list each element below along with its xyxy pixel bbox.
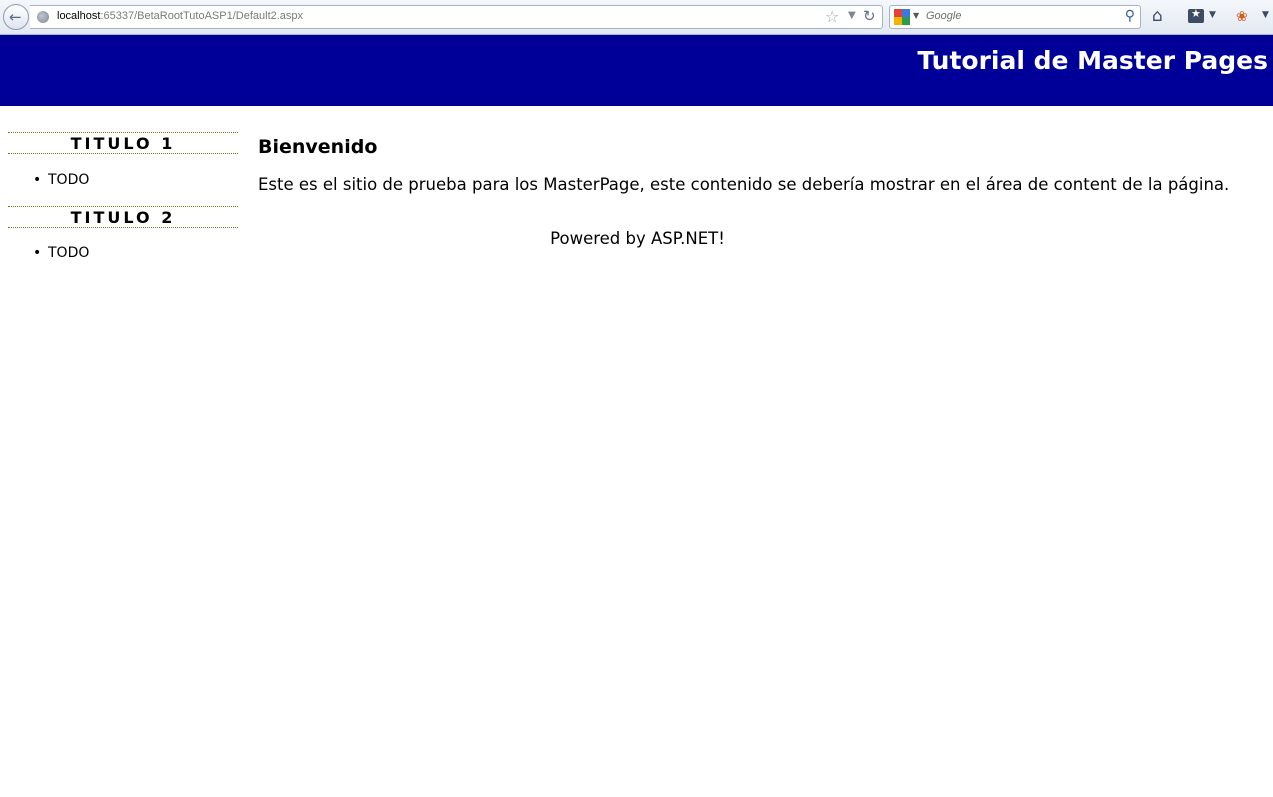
reload-icon[interactable]: ↻	[863, 7, 876, 25]
google-engine-icon[interactable]	[894, 9, 910, 25]
addon-icon[interactable]: ❀	[1236, 9, 1248, 25]
site-header: Tutorial de Master Pages	[0, 35, 1273, 106]
sidebar-section-title: TITULO 2	[8, 206, 238, 228]
back-arrow-icon: ←	[9, 8, 22, 26]
bookmark-star-icon[interactable]: ☆	[825, 7, 839, 26]
url-path: :65337/BetaRootTutoASP1/Default2.aspx	[100, 10, 304, 22]
bullet-icon: •	[33, 172, 42, 188]
sidebar-item-todo: • TODO	[8, 171, 238, 189]
welcome-text: Este es el sitio de prueba para los Mast…	[258, 175, 1230, 194]
address-bar[interactable]: localhost:65337/BetaRootTutoASP1/Default…	[30, 5, 883, 29]
sidebar-list: • TODO	[8, 171, 238, 189]
main-content: Bienvenido Este es el sitio de prueba pa…	[258, 134, 1268, 196]
page-heading: Bienvenido	[258, 136, 378, 158]
bookmarks-icon[interactable]: ★	[1188, 7, 1204, 23]
addon-dropdown-icon[interactable]: ▼	[1262, 10, 1269, 20]
page-footer: Powered by ASP.NET!	[0, 228, 1273, 250]
engine-dropdown-icon[interactable]: ▼	[913, 11, 919, 20]
history-dropdown-icon[interactable]: ▼	[848, 10, 856, 21]
footer-text: Powered by ASP.NET!	[550, 229, 725, 248]
sidebar-section-title: TITULO 1	[8, 132, 238, 154]
search-input[interactable]: Google	[926, 10, 961, 22]
back-button[interactable]: ←	[3, 4, 29, 30]
home-icon[interactable]: ⌂	[1152, 7, 1163, 25]
url-host: localhost	[57, 10, 101, 22]
url-text[interactable]: localhost:65337/BetaRootTutoASP1/Default…	[57, 10, 303, 22]
search-icon[interactable]: ⚲	[1125, 8, 1135, 24]
site-identity-icon[interactable]	[37, 11, 49, 23]
sidebar-item-label: TODO	[48, 172, 90, 188]
bookmarks-dropdown-icon[interactable]: ▼	[1209, 10, 1216, 20]
site-title: Tutorial de Master Pages	[917, 46, 1268, 75]
browser-toolbar: ← localhost:65337/BetaRootTutoASP1/Defau…	[0, 0, 1273, 35]
search-bar[interactable]: ▼ Google ⚲	[889, 5, 1141, 29]
